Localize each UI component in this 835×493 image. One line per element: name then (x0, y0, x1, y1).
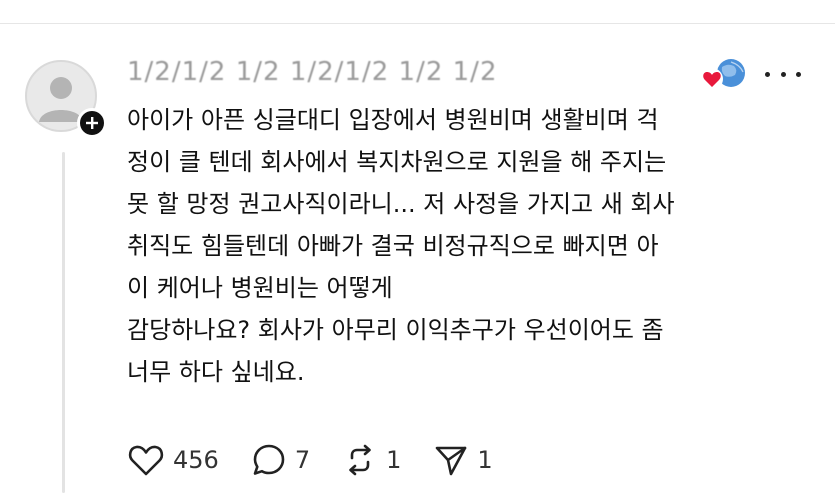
more-options-button[interactable] (765, 64, 801, 84)
follow-button[interactable] (77, 108, 107, 138)
heart-and-globe-reaction-icons (701, 59, 745, 90)
repost-icon (349, 444, 371, 476)
plus-icon (86, 117, 98, 129)
post-paragraph: 아이가 아픈 싱글대디 입장에서 병원비며 생활비며 걱 정이 클 텐데 회사에… (127, 106, 675, 302)
ellipsis-dot (780, 71, 786, 77)
post-paragraph: 감당하나요? 회사가 아무리 이익추구가 우선이어도 좀 너무 하다 싶네요. (127, 316, 664, 386)
speech-bubble-icon (253, 444, 285, 475)
post-body: 아이가 아픈 싱글대디 입장에서 병원비며 생활비며 걱 정이 클 텐데 회사에… (127, 99, 797, 393)
ellipsis-dot (796, 71, 801, 77)
repost-count: 1 (386, 446, 402, 474)
comment-count: 7 (294, 446, 311, 474)
author-username[interactable]: 1/2/1/2 1/2 1/2/1/2 1/2 1/2 (127, 57, 497, 87)
post-actions: 456 7 1 1 (127, 440, 525, 480)
share-button[interactable]: 1 (433, 442, 493, 478)
paper-plane-icon (436, 446, 467, 476)
like-count: 456 (173, 446, 219, 474)
ellipsis-dot (765, 71, 770, 77)
repost-button[interactable]: 1 (342, 442, 401, 478)
author-avatar-group[interactable] (25, 60, 107, 138)
reactions-indicator[interactable] (698, 57, 750, 91)
share-count: 1 (477, 446, 493, 474)
heart-outline-icon (128, 445, 164, 476)
like-button[interactable]: 456 (127, 442, 219, 478)
thread-line (62, 152, 65, 493)
top-divider (0, 23, 835, 24)
comment-button[interactable]: 7 (251, 442, 310, 478)
